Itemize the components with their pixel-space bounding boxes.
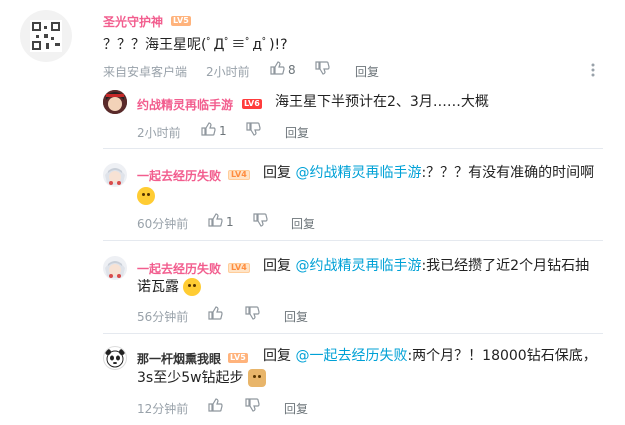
mention-link[interactable]: @一起去经历失败 [295, 348, 407, 364]
reply-content: 回复 @一起去经历失败:两个月？！18000钻石保底， [263, 343, 597, 369]
dislike-icon[interactable] [314, 60, 330, 80]
emoji-icon [137, 186, 155, 205]
divider [103, 333, 603, 334]
like-count: 1 [219, 124, 227, 138]
avatar[interactable] [103, 346, 127, 370]
reply-content-continued: 3s至少5w钻起步 [137, 365, 267, 391]
dislike-icon[interactable] [244, 305, 260, 325]
reply-time: 12分钟前 [137, 402, 189, 416]
like-icon[interactable] [269, 60, 285, 80]
reply-time: 60分钟前 [137, 217, 189, 231]
like-icon[interactable] [207, 397, 223, 417]
reply-button[interactable]: 回复 [285, 124, 309, 141]
reply-content: 回复 @约战精灵再临手游:我已经攒了近2个月钻石抽 [263, 253, 589, 279]
like-icon[interactable] [207, 212, 223, 232]
reply-username[interactable]: 约战精灵再临手游 [137, 96, 233, 113]
reply-text: 3s至少5w钻起步 [137, 370, 244, 386]
reply-content-continued: 诺瓦露 [137, 274, 202, 300]
reply-button[interactable]: 回复 [284, 400, 308, 417]
level-badge: LV5 [171, 16, 191, 26]
level-badge: LV5 [228, 353, 248, 363]
dislike-icon[interactable] [244, 397, 260, 417]
mention-link[interactable]: @约战精灵再临手游 [295, 258, 421, 274]
dislike-icon[interactable] [252, 212, 268, 232]
reply-time: 2小时前 [137, 126, 181, 140]
comment-username[interactable]: 圣光守护神 [103, 13, 163, 30]
mention-link[interactable]: @约战精灵再临手游 [295, 165, 421, 181]
divider [103, 148, 603, 149]
qr-avatar-icon [30, 20, 62, 52]
reply-text: 诺瓦露 [137, 279, 179, 295]
comment-time: 2小时前 [206, 65, 250, 79]
reply-button[interactable]: 回复 [291, 215, 315, 232]
like-icon[interactable] [200, 121, 216, 141]
reply-content: 海王星下半预计在2、3月……大概 [275, 94, 489, 110]
comment-content: ？？？海王星呢(ﾟДﾟ≡ﾟдﾟ)!? [103, 37, 288, 53]
like-count: 1 [226, 215, 234, 229]
panda-avatar-icon [105, 349, 125, 368]
doge-emoji-icon [248, 369, 267, 387]
reply-text: :我已经攒了近2个月钻石抽 [421, 258, 590, 274]
avatar[interactable] [103, 256, 127, 280]
like-count: 8 [288, 63, 296, 77]
reply-prefix: 回复 [263, 258, 296, 274]
divider [103, 240, 603, 241]
reply-prefix: 回复 [263, 165, 296, 181]
like-icon[interactable] [207, 305, 223, 325]
reply-text: :两个月？！18000钻石保底， [407, 348, 597, 364]
reply-time: 56分钟前 [137, 310, 189, 324]
reply-text: :？？？有没有准确的时间啊 [421, 165, 595, 181]
more-options-icon[interactable] [590, 62, 596, 82]
reply-username[interactable]: 一起去经历失败 [137, 167, 221, 184]
comment-source: 来自安卓客户端 [103, 65, 188, 79]
reply-prefix: 回复 [263, 348, 296, 364]
level-badge: LV6 [242, 99, 262, 109]
emoji-icon [183, 278, 202, 296]
reply-content: 回复 @约战精灵再临手游:？？？有没有准确的时间啊 [263, 160, 594, 186]
avatar[interactable] [103, 163, 127, 187]
reply-button[interactable]: 回复 [284, 308, 308, 325]
anime-avatar-icon [103, 90, 127, 114]
avatar[interactable] [103, 90, 127, 114]
anime-avatar-icon [105, 261, 125, 278]
anime-avatar-icon [105, 168, 125, 185]
level-badge: LV4 [228, 263, 250, 273]
level-badge: LV4 [228, 170, 250, 180]
reply-button[interactable]: 回复 [355, 63, 379, 80]
dislike-icon[interactable] [245, 121, 261, 141]
avatar[interactable] [20, 10, 72, 62]
